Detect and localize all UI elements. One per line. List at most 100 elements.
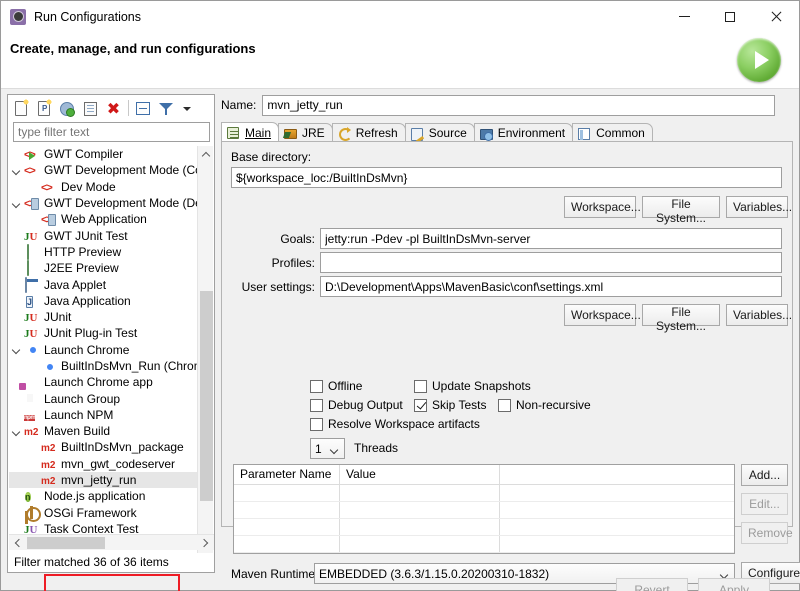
non-recursive-checkbox-row[interactable]: Non-recursive	[498, 398, 591, 412]
tree-item[interactable]: HTTP Preview	[9, 244, 197, 260]
tree-item[interactable]: <>GWT Development Mode (Co	[9, 162, 197, 178]
filter-icon[interactable]	[158, 100, 175, 117]
user-variables-button[interactable]: Variables...	[726, 304, 788, 326]
tree-item[interactable]: Launch Chrome	[9, 342, 197, 358]
parameter-table[interactable]: Parameter Name Value	[233, 464, 735, 554]
minimize-button[interactable]	[661, 1, 707, 32]
skip-tests-checkbox-row[interactable]: Skip Tests	[414, 398, 486, 412]
vertical-scroll-thumb[interactable]	[200, 291, 213, 501]
table-row[interactable]	[234, 485, 734, 502]
tree-item[interactable]: JUGWT JUnit Test	[9, 227, 197, 243]
scroll-right-arrow-icon[interactable]	[197, 535, 214, 551]
tree-item[interactable]: BuiltInDsMvn_Run (Chrom	[9, 358, 197, 374]
collapse-all-icon[interactable]	[135, 100, 152, 117]
apply-button: Apply	[698, 578, 770, 591]
preview-icon	[24, 261, 40, 275]
tree-item[interactable]: m2Maven Build	[9, 423, 197, 439]
column-header-value: Value	[340, 465, 500, 484]
expand-collapse-chevron-icon[interactable]	[11, 164, 24, 177]
tree-item[interactable]: nNode.js application	[9, 488, 197, 504]
new-launch-configuration-icon[interactable]	[13, 100, 30, 117]
tree-item[interactable]: m2BuiltInDsMvn_package	[9, 439, 197, 455]
tree-item[interactable]: <>Dev Mode	[9, 179, 197, 195]
close-button[interactable]	[753, 1, 799, 32]
tab-common[interactable]: Common	[572, 123, 653, 142]
duplicate-icon[interactable]	[82, 100, 99, 117]
debug-output-checkbox[interactable]	[310, 399, 323, 412]
tree-item[interactable]: OSGi Framework	[9, 505, 197, 521]
new-prototype-icon[interactable]	[36, 100, 53, 117]
offline-checkbox-row[interactable]: Offline	[310, 379, 362, 393]
revert-button: Revert	[616, 578, 688, 591]
tree-item[interactable]: JUJUnit Plug-in Test	[9, 325, 197, 341]
maximize-button[interactable]	[707, 1, 753, 32]
view-menu-arrow-icon[interactable]	[181, 100, 193, 117]
expand-collapse-chevron-icon[interactable]	[11, 425, 24, 438]
horizontal-scroll-thumb[interactable]	[27, 537, 105, 549]
scroll-left-arrow-icon[interactable]	[9, 535, 26, 551]
export-icon[interactable]	[59, 100, 76, 117]
tree-item[interactable]: <>GWT Development Mode (De	[9, 195, 197, 211]
profiles-input[interactable]	[320, 252, 782, 273]
junit-icon: JU	[24, 229, 40, 243]
launch-configurations-tree[interactable]: <>GWT Compiler<>GWT Development Mode (Co…	[9, 146, 214, 553]
offline-checkbox[interactable]	[310, 380, 323, 393]
skip-tests-checkbox[interactable]	[414, 399, 427, 412]
tree-item[interactable]: <>GWT Compiler	[9, 146, 197, 162]
base-workspace-button[interactable]: Workspace...	[564, 196, 636, 218]
non-recursive-checkbox[interactable]	[498, 399, 511, 412]
gwt-compiler-icon: <>	[24, 147, 40, 161]
tree-item[interactable]: JUJUnit	[9, 309, 197, 325]
base-directory-input[interactable]	[231, 167, 782, 188]
tree-item[interactable]: Launch Chrome app	[9, 374, 197, 390]
update-snapshots-checkbox[interactable]	[414, 380, 427, 393]
resolve-workspace-artifacts-checkbox[interactable]	[310, 418, 323, 431]
window-controls	[661, 1, 799, 32]
tree-item[interactable]: <>Web Application	[9, 211, 197, 227]
main-tab-panel: Base directory: Workspace... File System…	[221, 141, 793, 527]
goals-input[interactable]	[320, 228, 782, 249]
resolve-workspace-artifacts-checkbox-row[interactable]: Resolve Workspace artifacts	[310, 417, 480, 431]
user-workspace-button[interactable]: Workspace...	[564, 304, 636, 326]
tree-item[interactable]: npmLaunch NPM	[9, 407, 197, 423]
tree-item[interactable]: J2EE Preview	[9, 260, 197, 276]
scroll-up-arrow-icon[interactable]	[198, 146, 214, 163]
tab-jre[interactable]: JRE	[278, 123, 333, 142]
tree-item[interactable]: m2mvn_gwt_codeserver	[9, 456, 197, 472]
page-title: Create, manage, and run configurations	[10, 41, 256, 56]
user-file-system-button[interactable]: File System...	[642, 304, 720, 326]
tree-item-label: Java Applet	[44, 278, 106, 292]
common-tab-icon	[578, 127, 592, 140]
threads-dropdown[interactable]: 1	[310, 438, 345, 459]
table-row[interactable]	[234, 519, 734, 536]
base-variables-button[interactable]: Variables...	[726, 196, 788, 218]
tab-main[interactable]: Main	[221, 122, 279, 142]
tree-item[interactable]: Launch Group	[9, 390, 197, 406]
expand-collapse-chevron-icon[interactable]	[11, 197, 24, 210]
table-row[interactable]	[234, 502, 734, 519]
filter-input[interactable]	[13, 122, 210, 142]
tab-environment[interactable]: Environment	[474, 123, 573, 142]
user-settings-input[interactable]	[320, 276, 782, 297]
tab-source[interactable]: Source	[405, 123, 475, 142]
tree-item[interactable]: m2mvn_jetty_run	[9, 472, 197, 488]
expand-collapse-chevron-icon[interactable]	[11, 343, 24, 356]
table-row[interactable]	[234, 536, 734, 553]
delete-icon[interactable]: ✖	[105, 100, 122, 117]
remove-parameter-button: Remove	[741, 522, 788, 544]
chevron-down-icon	[330, 446, 338, 454]
tree-vertical-scrollbar[interactable]	[197, 146, 213, 553]
debug-output-checkbox-row[interactable]: Debug Output	[310, 398, 403, 412]
tab-refresh[interactable]: Refresh	[332, 123, 406, 142]
tree-item[interactable]: Java Applet	[9, 276, 197, 292]
tree-item[interactable]: JJava Application	[9, 293, 197, 309]
add-parameter-button[interactable]: Add...	[741, 464, 788, 486]
name-input[interactable]	[262, 95, 775, 116]
threads-label: Threads	[354, 441, 398, 455]
tree-horizontal-scrollbar[interactable]	[9, 534, 214, 550]
update-snapshots-checkbox-row[interactable]: Update Snapshots	[414, 379, 531, 393]
base-file-system-button[interactable]: File System...	[642, 196, 720, 218]
launch-group-icon	[24, 392, 40, 406]
maven-icon: m2	[24, 424, 40, 438]
run-icon	[737, 38, 781, 82]
